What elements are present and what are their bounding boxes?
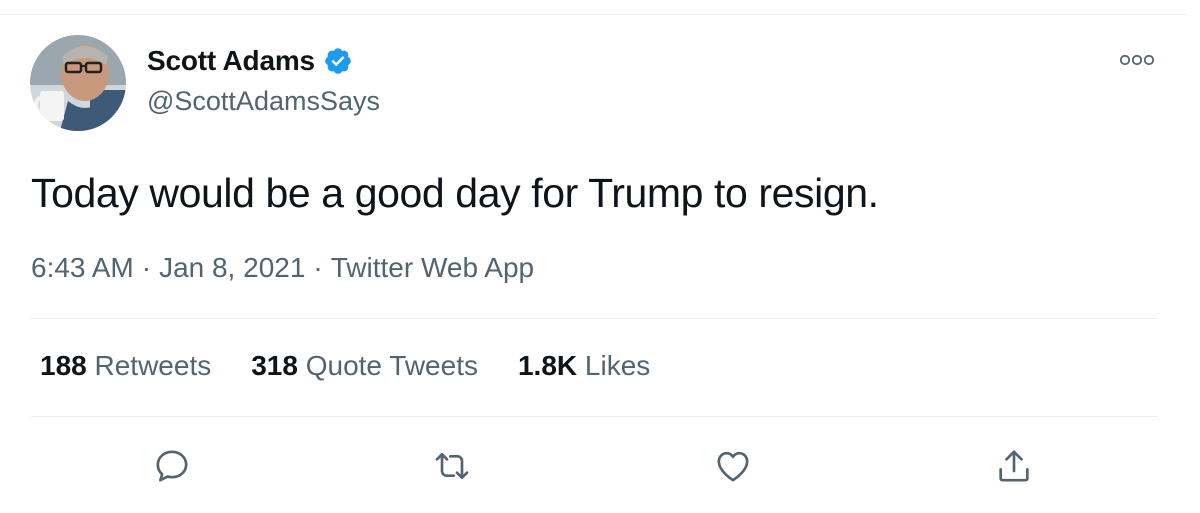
stat-quote-tweets[interactable]: 318 Quote Tweets: [251, 350, 478, 382]
avatar-image: [30, 35, 126, 131]
stat-retweets[interactable]: 188 Retweets: [40, 350, 211, 382]
tweet-date[interactable]: Jan 8, 2021: [159, 252, 305, 283]
user-handle[interactable]: @ScottAdamsSays: [147, 86, 380, 117]
like-heart-icon[interactable]: [713, 446, 753, 486]
stat-label: Likes: [584, 350, 651, 381]
stat-count: 318: [251, 350, 298, 381]
display-name[interactable]: Scott Adams: [147, 45, 315, 77]
divider: [31, 416, 1157, 417]
tweet-time[interactable]: 6:43 AM: [31, 252, 134, 283]
stat-label: Quote Tweets: [305, 350, 478, 381]
meta-separator: ·: [313, 252, 323, 283]
stat-likes[interactable]: 1.8K Likes: [518, 350, 650, 382]
stat-count: 188: [40, 350, 87, 381]
more-horizontal-icon[interactable]: [1117, 52, 1157, 68]
retweet-icon[interactable]: [432, 446, 472, 486]
tweet-meta: 6:43 AM · Jan 8, 2021 · Twitter Web App: [31, 252, 534, 284]
reply-icon[interactable]: [152, 446, 192, 486]
stat-label: Retweets: [94, 350, 212, 381]
tweet-source[interactable]: Twitter Web App: [331, 252, 534, 283]
name-row: Scott Adams: [147, 45, 353, 77]
share-icon[interactable]: [994, 446, 1034, 486]
divider: [31, 318, 1157, 319]
tweet-text: Today would be a good day for Trump to r…: [31, 170, 879, 216]
tweet-card: Scott Adams @ScottAdamsSays Today would …: [0, 0, 1200, 513]
meta-separator: ·: [141, 252, 152, 283]
stat-count: 1.8K: [517, 350, 578, 381]
engagement-stats: 188 Retweets 318 Quote Tweets 1.8K Likes: [40, 350, 650, 382]
avatar[interactable]: [30, 35, 126, 131]
verified-badge-icon: [323, 46, 353, 76]
top-divider: [0, 14, 1186, 15]
